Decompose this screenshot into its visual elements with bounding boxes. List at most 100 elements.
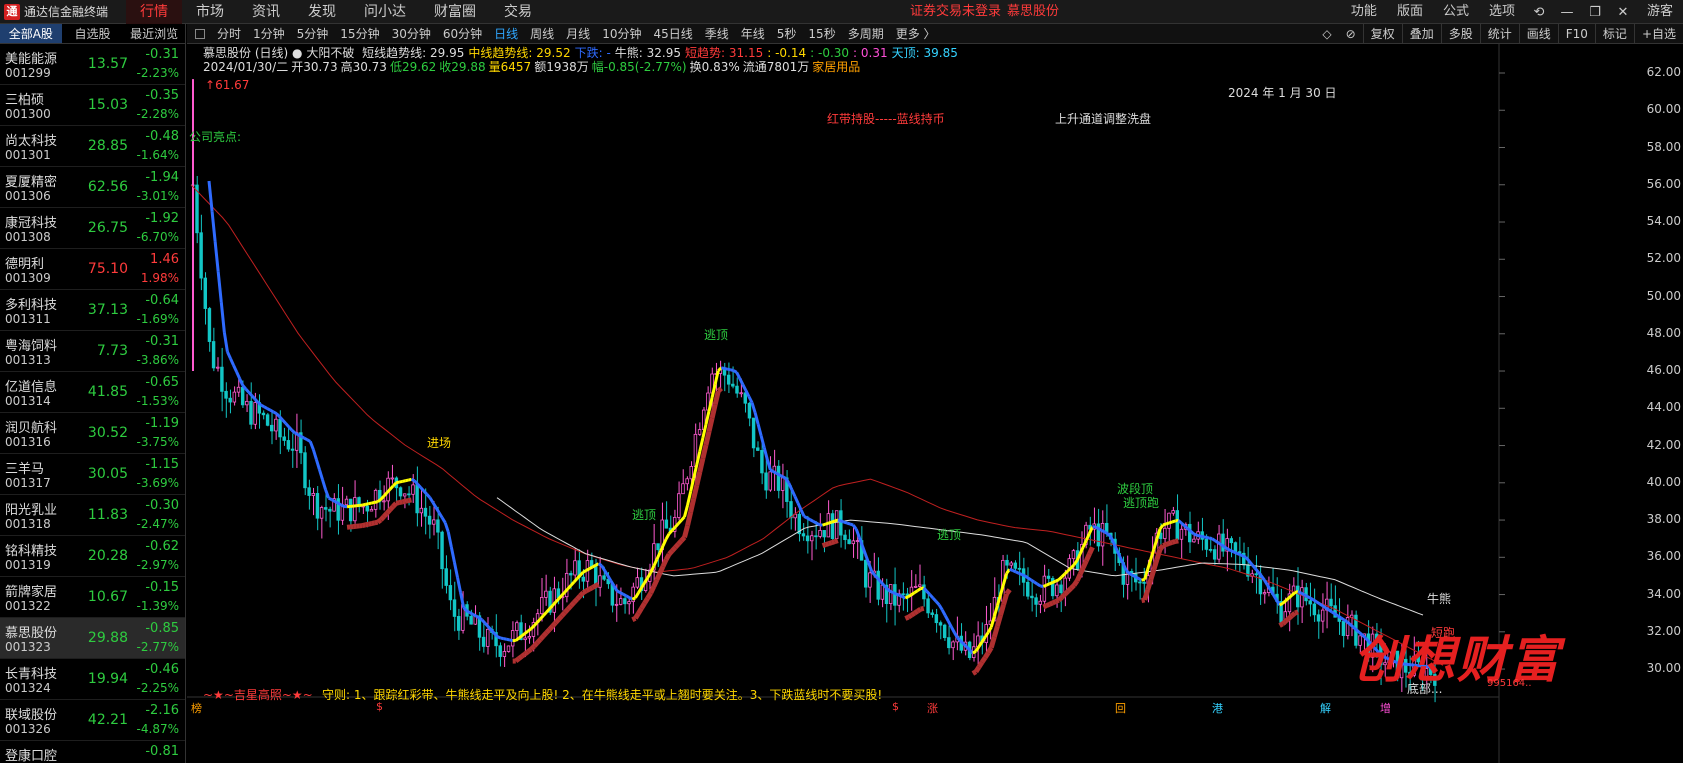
trend-line-segment: [330, 498, 336, 503]
stock-row[interactable]: 润贝航科 001316 30.52 -1.19 -3.75%: [0, 413, 185, 454]
trend-line-segment: [1131, 573, 1137, 579]
chart-tool-button[interactable]: F10: [1557, 24, 1595, 44]
event-marker[interactable]: $: [892, 700, 899, 713]
stock-row[interactable]: 箭牌家居 001322 10.67 -0.15 -1.39%: [0, 577, 185, 618]
period-tab[interactable]: 多周期: [842, 24, 890, 44]
chart-tool-button[interactable]: +自选: [1633, 24, 1683, 44]
candle-body: [448, 585, 453, 601]
stock-row[interactable]: 德明利 001309 75.10 1.46 1.98%: [0, 249, 185, 290]
trend-line-segment: [446, 531, 453, 548]
period-tab[interactable]: 5分钟: [291, 24, 335, 44]
trend-ribbon: [824, 541, 830, 547]
stock-row[interactable]: 铭科精技 001319 20.28 -0.62 -2.97%: [0, 536, 185, 577]
event-marker[interactable]: 解: [1320, 700, 1331, 716]
stock-row[interactable]: 康冠科技 001308 26.75 -1.92 -6.70%: [0, 208, 185, 249]
restore-icon[interactable]: ❐: [1581, 5, 1609, 20]
chart-tool-button[interactable]: 标记: [1594, 24, 1634, 44]
period-tab[interactable]: 月线: [560, 24, 596, 44]
right-nav-item[interactable]: 选项: [1479, 0, 1525, 24]
top-nav-item[interactable]: 发现: [294, 0, 350, 24]
chart-tool-button[interactable]: 叠加: [1401, 24, 1441, 44]
trend-line-segment: [867, 562, 874, 572]
stock-row[interactable]: 夏厦精密 001306 62.56 -1.94 -3.01%: [0, 167, 185, 208]
draw-shape-icon[interactable]: ◇: [1315, 24, 1338, 44]
trend-ribbon: [976, 660, 985, 669]
refresh-icon[interactable]: ⟲: [1525, 5, 1553, 20]
candle-body: [1005, 559, 1009, 566]
period-tab[interactable]: 1分钟: [247, 24, 291, 44]
period-tab[interactable]: 45日线: [647, 24, 698, 44]
trend-line-segment: [443, 522, 450, 533]
top-nav-item[interactable]: 财富圈: [420, 0, 490, 24]
period-tab[interactable]: 5秒: [771, 24, 803, 44]
stock-row[interactable]: 慕思股份 001323 29.88 -0.85 -2.77%: [0, 618, 185, 659]
login-notice-text[interactable]: 证券交易未登录: [910, 4, 1001, 19]
trend-line-segment: [815, 521, 821, 527]
trend-line-segment: [1205, 535, 1210, 540]
stock-row[interactable]: 三柏硕 001300 15.03 -0.35 -2.28%: [0, 85, 185, 126]
stock-row[interactable]: 长青科技 001324 19.94 -0.46 -2.25%: [0, 659, 185, 700]
period-tab[interactable]: 更多 〉: [890, 24, 942, 44]
ma-red-line: [190, 184, 1444, 666]
period-tab[interactable]: 年线: [735, 24, 771, 44]
user-label[interactable]: 游客: [1637, 0, 1683, 24]
trend-line-segment: [793, 495, 800, 504]
close-icon[interactable]: ✕: [1609, 5, 1637, 20]
period-tab[interactable]: 60分钟: [437, 24, 488, 44]
trend-line-segment: [849, 522, 854, 527]
event-marker[interactable]: 涨: [927, 700, 938, 716]
notice-stock-name[interactable]: 慕思股份: [1007, 4, 1059, 19]
period-tab[interactable]: 15分钟: [334, 24, 385, 44]
stock-change: -0.31: [145, 334, 179, 349]
right-nav-item[interactable]: 功能: [1341, 0, 1387, 24]
chart-tool-button[interactable]: 复权: [1362, 24, 1402, 44]
event-marker[interactable]: $: [376, 700, 383, 713]
login-notice[interactable]: 证券交易未登录 慕思股份: [910, 0, 1059, 24]
chart-tool-button[interactable]: 画线: [1518, 24, 1558, 44]
top-nav-item[interactable]: 问小达: [350, 0, 420, 24]
stock-list-tab[interactable]: 自选股: [62, 24, 124, 43]
trend-ribbon: [547, 624, 555, 632]
stock-list-tab[interactable]: 全部A股: [0, 24, 62, 43]
stock-row[interactable]: 尚太科技 001301 28.85 -0.48 -1.64%: [0, 126, 185, 167]
period-tab[interactable]: 分时: [211, 24, 247, 44]
period-tab[interactable]: 30分钟: [386, 24, 437, 44]
trend-ribbon: [827, 540, 833, 546]
panel-toggle-icon[interactable]: [195, 28, 205, 39]
stock-list-tab[interactable]: 最近浏览: [123, 24, 185, 43]
candle-body: [1300, 587, 1304, 608]
period-tab[interactable]: 日线: [488, 24, 524, 44]
right-nav-item[interactable]: 公式: [1433, 0, 1479, 24]
event-marker[interactable]: 榜: [191, 700, 202, 716]
top-nav-item[interactable]: 行情: [126, 0, 182, 24]
trend-line-segment: [210, 211, 217, 242]
top-nav-item[interactable]: 交易: [490, 0, 546, 24]
chart-tool-button[interactable]: 多股: [1440, 24, 1480, 44]
top-nav-item[interactable]: 市场: [182, 0, 238, 24]
minimize-icon[interactable]: —: [1553, 5, 1581, 20]
top-nav-item[interactable]: 资讯: [238, 0, 294, 24]
stock-row[interactable]: 三羊马 001317 30.05 -1.15 -3.69%: [0, 454, 185, 495]
period-tab[interactable]: 周线: [524, 24, 560, 44]
stock-row[interactable]: 阳光乳业 001318 11.83 -0.30 -2.47%: [0, 495, 185, 536]
stock-row[interactable]: 联域股份 001326 42.21 -2.16 -4.87%: [0, 700, 185, 741]
event-marker[interactable]: 港: [1212, 700, 1223, 716]
period-tab[interactable]: 10分钟: [596, 24, 647, 44]
period-tab[interactable]: 季线: [699, 24, 735, 44]
chart-tool-button[interactable]: 统计: [1479, 24, 1519, 44]
candle-body: [1233, 542, 1238, 553]
stock-row[interactable]: 登康口腔 -0.81: [0, 741, 185, 763]
event-marker[interactable]: 回: [1115, 700, 1126, 716]
clear-icon[interactable]: ⊘: [1339, 24, 1363, 44]
period-tab[interactable]: 15秒: [802, 24, 841, 44]
trend-line-segment: [1045, 582, 1051, 587]
stock-row[interactable]: 粤海饲料 001313 7.73 -0.31 -3.86%: [0, 331, 185, 372]
event-marker[interactable]: 增: [1380, 700, 1391, 716]
trend-ribbon: [588, 585, 594, 592]
right-nav-item[interactable]: 版面: [1387, 0, 1433, 24]
stock-row[interactable]: 多利科技 001311 37.13 -0.64 -1.69%: [0, 290, 185, 331]
kline-chart[interactable]: 慕思股份 (日线) ● 大阳不破 短线趋势线: 29.95 中线趋势线: 29.5…: [187, 44, 1683, 763]
stock-row[interactable]: 美能能源 001299 13.57 -0.31 -2.23%: [0, 44, 185, 85]
trend-line-segment: [1217, 541, 1223, 547]
stock-row[interactable]: 亿道信息 001314 41.85 -0.65 -1.53%: [0, 372, 185, 413]
